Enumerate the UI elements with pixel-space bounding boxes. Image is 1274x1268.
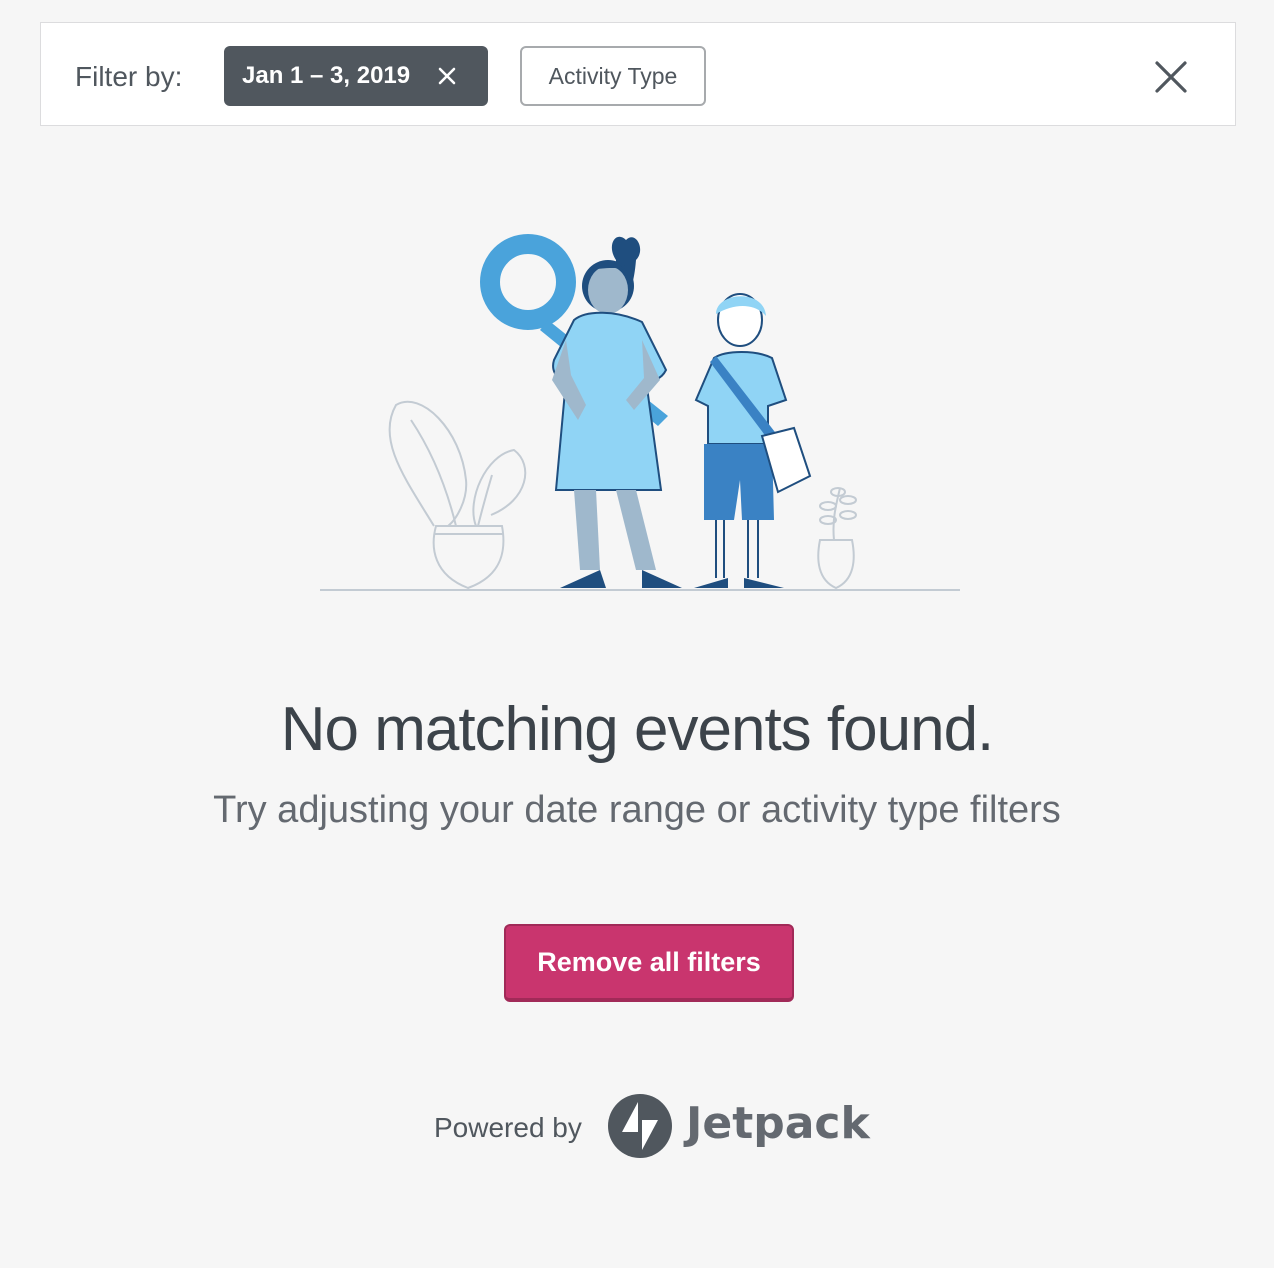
empty-state-illustration [320, 234, 960, 591]
close-icon[interactable] [434, 63, 460, 89]
remove-all-filters-button[interactable]: Remove all filters [504, 924, 794, 1002]
powered-by-label: Powered by [434, 1112, 582, 1143]
jetpack-logo-icon [608, 1094, 672, 1158]
boy-illustration [694, 293, 812, 588]
plant-illustration [388, 400, 527, 590]
empty-state-subtitle: Try adjusting your date range or activit… [213, 789, 1061, 831]
date-range-label: Jan 1 – 3, 2019 [242, 62, 411, 89]
filter-label: Filter by: [75, 61, 183, 92]
activity-type-filter-button[interactable]: Activity Type [520, 46, 706, 106]
jetpack-wordmark: Jetpack [686, 1098, 870, 1149]
filter-bar: Filter by: Jan 1 – 3, 2019 Activity Type [40, 22, 1236, 126]
close-icon[interactable] [1152, 58, 1190, 96]
small-plant-illustration [817, 487, 857, 590]
empty-state-title: No matching events found. [280, 695, 995, 764]
date-range-filter-chip[interactable]: Jan 1 – 3, 2019 [224, 46, 488, 106]
